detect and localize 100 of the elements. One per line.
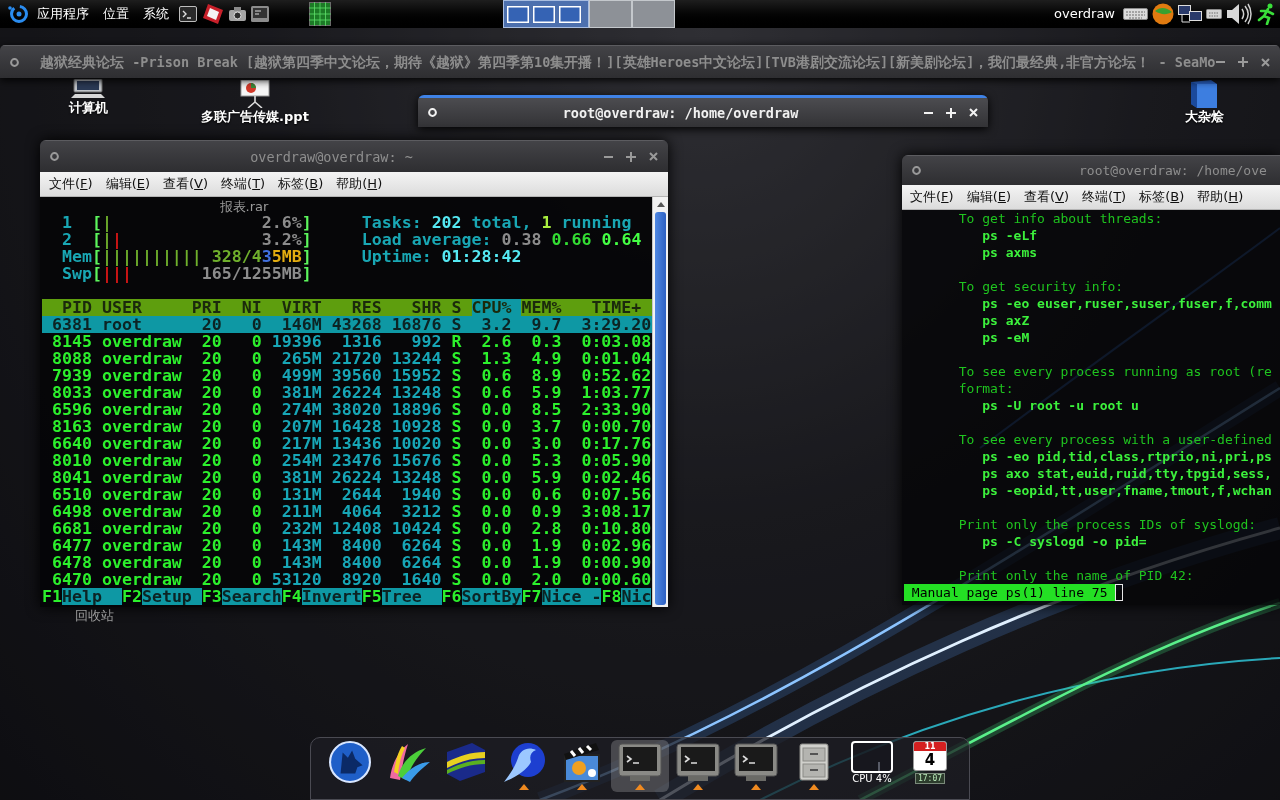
keyboard-icon[interactable] <box>1206 9 1222 19</box>
workspace-cell[interactable] <box>503 0 589 28</box>
process-row[interactable]: 8010 overdraw 20 0 254M 23476 15676 S 0.0 5.3 0:05.90 <box>42 452 652 469</box>
menu-item[interactable]: 查看(V) <box>1020 189 1074 205</box>
window-titlebar[interactable]: 越狱经典论坛 -Prison Break [越狱第四季中文论坛，期待《越狱》第四季第10集开播！][英雄Heroes中文论坛][TVB港剧交流论坛][新美剧论坛]，我们最经典,非官方论坛！ - SeaMo <box>0 45 1280 78</box>
process-row[interactable]: 6478 overdraw 20 0 143M 8400 6264 S 0.0 1.9 0:00.90 <box>42 554 652 571</box>
column-header[interactable]: NI <box>231 299 272 316</box>
maximize-icon[interactable] <box>1238 57 1248 67</box>
up-arrow-icon[interactable] <box>656 202 665 207</box>
striped-cube-icon <box>446 742 486 782</box>
process-row[interactable]: 6477 overdraw 20 0 143M 8400 6264 S 0.0 1.9 0:02.96 <box>42 537 652 554</box>
process-row[interactable]: 6470 overdraw 20 0 53120 8920 1640 S 0.0 2.0 0:00.60 <box>42 571 652 588</box>
keyboard-icon[interactable] <box>1123 8 1148 20</box>
key-action[interactable]: Nice - <box>541 588 602 605</box>
column-header[interactable]: PID <box>42 299 102 316</box>
menu-item[interactable]: 编辑(E) <box>101 176 154 192</box>
column-header[interactable]: MEM% <box>521 299 572 316</box>
menu-item[interactable]: 编辑(E) <box>962 189 1015 205</box>
process-row[interactable]: 6596 overdraw 20 0 274M 38020 18896 S 0.0 8.5 2:33.90 <box>42 401 652 418</box>
workspace-cell[interactable] <box>589 0 632 28</box>
key-action[interactable]: Setup <box>141 588 202 605</box>
process-row[interactable]: 6381 root 20 0 146M 43268 16876 S 3.2 9.7 3:29.20 <box>42 316 652 333</box>
camera-icon[interactable] <box>229 7 246 21</box>
cpu-graph-icon <box>851 741 893 773</box>
key-hint: F6 <box>441 588 462 605</box>
grid-icon[interactable] <box>309 2 331 26</box>
column-header[interactable]: CPU% <box>471 299 522 316</box>
minimize-icon[interactable] <box>604 155 613 158</box>
process-row[interactable]: 8041 overdraw 20 0 381M 26224 13248 S 0.0 5.9 0:02.46 <box>42 469 652 486</box>
key-action[interactable]: SortBy <box>461 588 522 605</box>
usage-meter: 2 [|| 3.2%] <box>61 231 312 248</box>
user-name[interactable]: overdraw <box>1054 6 1115 22</box>
close-icon[interactable] <box>649 152 658 161</box>
wolf-icon <box>329 741 371 783</box>
column-header[interactable]: PRI <box>191 299 232 316</box>
pager-status-bar: Manual page ps(1) line 75 <box>904 584 1116 601</box>
column-header[interactable]: RES <box>331 299 392 316</box>
desktop-icon-label[interactable]: 多联广告传媒.ppt <box>201 109 309 124</box>
desktop-icon-label[interactable]: 计算机 <box>68 100 108 115</box>
key-action[interactable]: Nic <box>621 588 652 605</box>
process-row[interactable]: 6640 overdraw 20 0 217M 13436 10020 S 0.0 3.0 0:17.76 <box>42 435 652 452</box>
menu-item[interactable]: 标签(B) <box>274 176 328 192</box>
process-row[interactable]: 6681 overdraw 20 0 232M 12408 10424 S 0.0 2.8 0:10.80 <box>42 520 652 537</box>
minimize-icon[interactable] <box>924 111 933 114</box>
panel-menu[interactable]: 应用程序 <box>37 6 89 22</box>
terminal-icon[interactable] <box>179 6 197 22</box>
man-command-line: ps -eLf <box>982 228 1038 243</box>
window-titlebar[interactable]: overdraw@overdraw: ~ <box>40 140 668 172</box>
window-menu-icon[interactable] <box>50 152 59 161</box>
process-row[interactable]: 8033 overdraw 20 0 381M 26224 13248 S 0.6 5.9 1:03.77 <box>42 384 652 401</box>
window-titlebar[interactable]: root@overdraw: /home/overdraw <box>418 95 988 127</box>
desktop-icon-label[interactable]: 大杂烩 <box>1184 109 1224 124</box>
menu-item[interactable]: 终端(T) <box>1078 189 1131 205</box>
close-icon[interactable] <box>1261 57 1270 67</box>
menu-item[interactable]: 查看(V) <box>159 176 213 192</box>
column-header[interactable]: VIRT <box>271 299 332 316</box>
book-icon[interactable] <box>1189 80 1219 108</box>
process-row[interactable]: 8145 overdraw 20 0 19396 1316 992 R 2.6 0.3 0:03.08 <box>42 333 652 350</box>
dock-item[interactable]: CPU 4% <box>843 740 901 792</box>
menu-item[interactable]: 文件(F) <box>906 189 958 205</box>
menu-item[interactable]: 帮助(H) <box>1193 189 1248 205</box>
window-menu-icon[interactable] <box>912 166 921 175</box>
dock-item[interactable]: 11 4 17:07 <box>901 740 959 792</box>
key-action[interactable]: Tree <box>381 588 442 605</box>
notebook-icon[interactable] <box>202 3 224 25</box>
column-header[interactable]: S <box>451 299 472 316</box>
maximize-icon[interactable] <box>626 151 636 162</box>
ball-icon[interactable] <box>1152 3 1174 25</box>
computer-icon[interactable] <box>71 79 105 99</box>
ring-logo-icon[interactable] <box>8 4 30 24</box>
monitor-icon[interactable] <box>251 6 269 22</box>
panel-menu[interactable]: 系统 <box>143 6 169 22</box>
process-row[interactable]: 6510 overdraw 20 0 131M 2644 1940 S 0.0 0.6 0:07.56 <box>42 486 652 503</box>
volume-icon[interactable] <box>1226 2 1252 26</box>
key-action[interactable]: Search <box>221 588 282 605</box>
file-cabinet-icon <box>799 743 829 781</box>
workspace-cell[interactable] <box>632 0 675 28</box>
desktop-icon-label[interactable]: 报表.rar <box>219 199 269 214</box>
process-row[interactable]: 7939 overdraw 20 0 499M 39560 15952 S 0.6 8.9 0:52.62 <box>42 367 652 384</box>
column-header[interactable]: TIME+ <box>571 299 652 316</box>
process-row[interactable]: 6498 overdraw 20 0 211M 4064 3212 S 0.0 0.9 3:08.17 <box>42 503 652 520</box>
panel-menu[interactable]: 位置 <box>103 6 129 22</box>
key-action[interactable]: Invert <box>301 588 362 605</box>
column-header[interactable]: SHR <box>391 299 452 316</box>
desktop-icon-label[interactable]: 回收站 <box>74 608 114 623</box>
menu-item[interactable]: 终端(T) <box>217 176 270 192</box>
scrollbar[interactable] <box>652 197 668 607</box>
usage-meter: Mem[|||||||||| 328/435MB] <box>61 248 312 265</box>
menu-item[interactable]: 帮助(H) <box>332 176 387 192</box>
man-text-line: To get security info: <box>958 279 1124 294</box>
presentation-icon[interactable] <box>239 80 271 108</box>
window-titlebar[interactable]: root@overdraw: /home/ove <box>902 155 1280 185</box>
column-header[interactable]: USER <box>101 299 192 316</box>
scrollbar-thumb[interactable] <box>655 212 666 605</box>
process-row[interactable]: 8088 overdraw 20 0 265M 21720 13244 S 1.3 4.9 0:01.04 <box>42 350 652 367</box>
menu-item[interactable]: 标签(B) <box>1135 189 1189 205</box>
process-row[interactable]: 8163 overdraw 20 0 207M 16428 10928 S 0.0 3.7 0:00.70 <box>42 418 652 435</box>
network-icon[interactable] <box>1178 5 1202 23</box>
menu-item[interactable]: 文件(F) <box>45 176 97 192</box>
window-menu-icon[interactable] <box>10 57 19 67</box>
